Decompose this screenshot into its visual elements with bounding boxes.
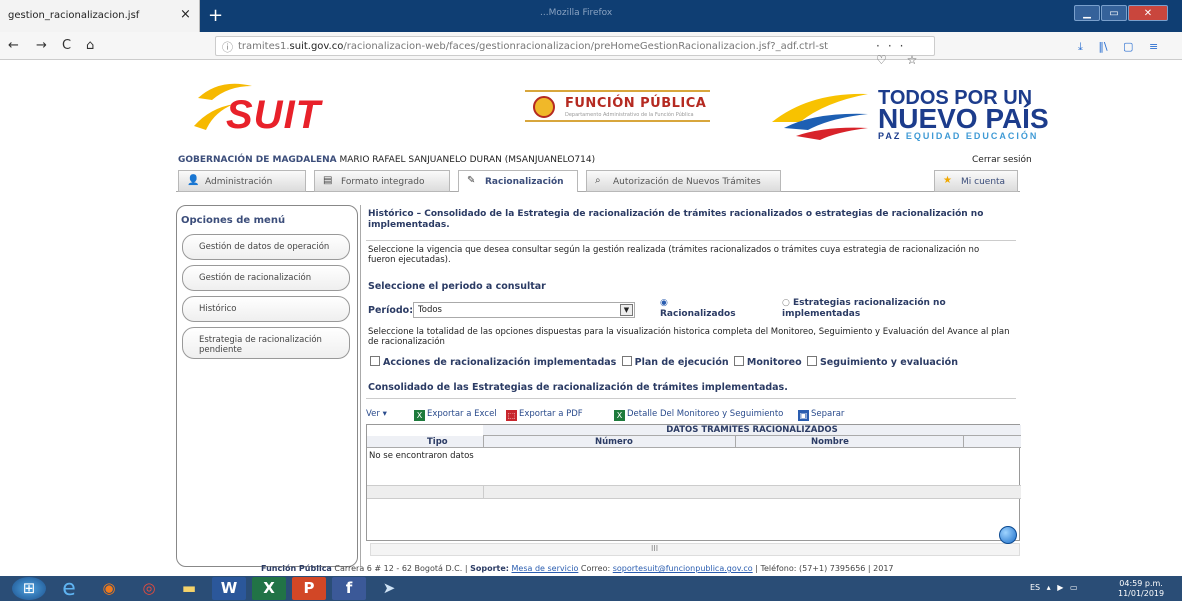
funcion-publica-emblem-icon (533, 96, 555, 118)
menu-item-gestion-racionalizacion[interactable]: Gestión de racionalización (182, 265, 350, 291)
new-tab-button[interactable]: + (208, 5, 223, 26)
ie-icon[interactable]: e (52, 577, 86, 600)
facebook-icon[interactable]: f (332, 577, 366, 600)
detail-monitoring-button[interactable]: X Detalle Del Monitoreo y Seguimiento (614, 409, 783, 421)
logout-link[interactable]: Cerrar sesión (972, 155, 1032, 165)
folder-icon[interactable]: ▬ (172, 577, 206, 600)
horizontal-scrollbar[interactable]: III (370, 543, 1020, 556)
checkbox-monitoreo[interactable]: Monitoreo (732, 356, 802, 368)
selection-instructions: Seleccione la totalidad de las opciones … (368, 327, 1010, 347)
checkbox-plan-ejecucion[interactable]: Plan de ejecución (620, 356, 729, 368)
chevron-down-icon[interactable]: ▼ (620, 304, 633, 316)
funcion-publica-logo: FUNCIÓN PÚBLICA Departamento Administrat… (525, 90, 710, 122)
clock[interactable]: 04:59 p.m. 11/01/2019 (1118, 579, 1164, 599)
support-link[interactable]: Mesa de servicio (512, 564, 579, 573)
detach-icon: ▣ (798, 410, 809, 421)
export-excel-button[interactable]: X Exportar a Excel (414, 409, 497, 421)
maximize-button[interactable]: ▭ (1101, 5, 1127, 21)
word-icon[interactable]: W (212, 577, 246, 600)
tab-administracion[interactable]: 👤 Administración (178, 170, 306, 192)
firefox-icon[interactable]: ◉ (92, 577, 126, 600)
empty-message: No se encontraron datos (369, 451, 474, 461)
close-window-button[interactable]: ✕ (1128, 5, 1168, 21)
column-header-nombre[interactable]: Nombre (811, 437, 849, 447)
divider (360, 205, 361, 567)
radio-racionalizados[interactable]: ◉ Racionalizados (660, 298, 736, 320)
grid-toolbar: Ver ▾ X Exportar a Excel ⬚ Exportar a PDF … (366, 405, 1020, 423)
forward-icon[interactable]: → (36, 38, 47, 53)
export-pdf-button[interactable]: ⬚ Exportar a PDF (506, 409, 583, 421)
user-icon: 👤 (187, 175, 200, 186)
checkbox-seguimiento[interactable]: Seguimiento y evaluación (805, 356, 958, 368)
reload-icon[interactable]: C (62, 38, 71, 53)
system-tray[interactable]: ES ▴ ▶ ▭ (1030, 583, 1078, 592)
period-label: Período: (368, 305, 413, 316)
view-menu-button[interactable]: Ver ▾ (366, 409, 387, 419)
todos-por-un-nuevo-pais-swoosh-icon (772, 93, 868, 140)
pdf-icon: ⬚ (506, 410, 517, 421)
tab-title: gestion_racionalizacion.jsf (8, 10, 140, 21)
menu-item-estrategia-pendiente[interactable]: Estrategia de racionalización pendiente (182, 327, 350, 359)
page-title: Histórico – Consolidado de la Estrategia… (368, 209, 984, 230)
suit-logo: SUIT (226, 93, 322, 137)
divider (366, 398, 1016, 399)
excel-icon[interactable]: X (252, 577, 286, 600)
close-tab-icon[interactable]: × (180, 7, 191, 22)
todos-por-un-nuevo-pais-logo: TODOS POR UN NUEVO PAÍS PAZ EQUIDAD EDUC… (878, 87, 1049, 141)
page-footer: Función Pública Carrera 6 # 12 - 62 Bogo… (261, 564, 894, 573)
menu-title: Opciones de menú (181, 215, 286, 226)
divider (483, 485, 484, 499)
detach-button[interactable]: ▣ Separar (798, 409, 844, 421)
start-button[interactable]: ⊞ (12, 577, 46, 600)
excel-icon: X (614, 410, 625, 421)
info-icon[interactable]: ⓘ (222, 39, 233, 55)
url-text: tramites1.suit.gov.co/racionalizacion-we… (238, 41, 829, 52)
table-footer (367, 485, 1021, 499)
column-header-numero[interactable]: Número (595, 437, 633, 447)
star-icon: ★ (943, 175, 952, 186)
table-header-row: Tipo Número Nombre (367, 436, 1021, 448)
app-icon[interactable]: ➤ (372, 577, 406, 600)
period-select[interactable]: Todos ▼ (413, 302, 635, 318)
user-info: GOBERNACIÓN DE MAGDALENA MARIO RAFAEL SA… (178, 155, 596, 165)
period-heading: Seleccione el periodo a consultar (368, 281, 546, 292)
search-icon: ⌕ (595, 175, 601, 186)
scroll-thumb[interactable]: III (651, 544, 658, 553)
excel-icon: X (414, 410, 425, 421)
menu-item-historico[interactable]: Histórico (182, 296, 350, 322)
powerpoint-icon[interactable]: P (292, 577, 326, 600)
page-actions-icons[interactable]: ··· ♡ ☆ (876, 39, 934, 67)
intro-text: Seleccione la vigencia que desea consult… (368, 245, 980, 265)
tab-mi-cuenta[interactable]: ★ Mi cuenta (934, 170, 1018, 192)
globe-icon[interactable] (999, 526, 1017, 544)
edit-icon: ✎ (467, 175, 476, 186)
browser-toolbar-icons[interactable]: ⤓ ‖\ ▢ ≡ (1078, 40, 1158, 54)
minimize-button[interactable]: ▁ (1074, 5, 1100, 21)
browser-tab[interactable]: gestion_racionalizacion.jsf × (0, 0, 200, 32)
divider (366, 240, 1016, 241)
tab-formato-integrado[interactable]: ▤ Formato integrado (314, 170, 450, 192)
os-taskbar: ⊞ e ◉ ◎ ▬ W X P f ➤ ES ▴ ▶ ▭ 04:59 p.m. 1… (0, 576, 1182, 601)
mail-link[interactable]: soportesuit@funcionpublica.gov.co (613, 564, 753, 573)
results-table: DATOS TRAMITES RACIONALIZADOS Tipo Númer… (366, 424, 1021, 541)
column-header-tipo[interactable]: Tipo (427, 437, 448, 447)
side-menu: Opciones de menú Gestión de datos de ope… (176, 205, 358, 567)
radio-estrategias-no-implementadas[interactable]: ○ Estrategias racionalización no impleme… (782, 298, 962, 320)
home-icon[interactable]: ⌂ (86, 38, 94, 53)
browser-tabbar: gestion_racionalizacion.jsf × + ...Mozil… (0, 0, 1182, 32)
back-icon[interactable]: ← (8, 38, 19, 53)
document-icon: ▤ (323, 175, 333, 186)
options-checkboxes: Acciones de racionalización implementada… (368, 356, 958, 368)
window-title: ...Mozilla Firefox (540, 8, 613, 18)
url-bar[interactable]: ⓘ tramites1.suit.gov.co/racionalizacion-… (215, 36, 935, 67)
tab-autorizacion-nuevos-tramites[interactable]: ⌕ Autorización de Nuevos Trámites (586, 170, 781, 192)
table-group-header: DATOS TRAMITES RACIONALIZADOS (483, 425, 1021, 436)
tab-racionalizacion[interactable]: ✎ Racionalización (458, 170, 578, 192)
main-tabs: 👤 Administración ▤ Formato integrado ✎ Raci… (176, 170, 1020, 192)
chrome-icon[interactable]: ◎ (132, 577, 166, 600)
menu-item-gestion-datos[interactable]: Gestión de datos de operación (182, 234, 350, 260)
consolidated-heading: Consolidado de las Estrategias de racion… (368, 382, 788, 393)
checkbox-acciones[interactable]: Acciones de racionalización implementada… (368, 356, 616, 368)
